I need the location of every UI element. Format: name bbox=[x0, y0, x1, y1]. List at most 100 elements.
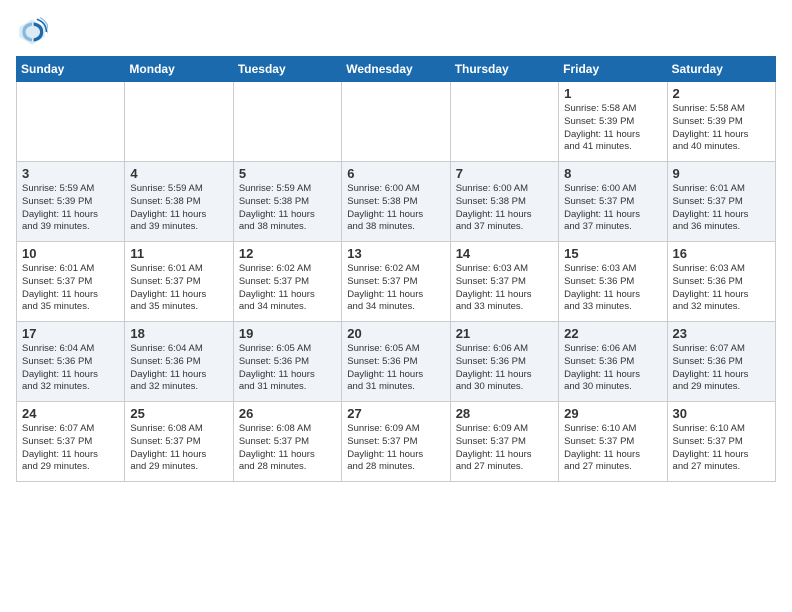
day-number: 25 bbox=[130, 406, 227, 421]
day-number: 16 bbox=[673, 246, 770, 261]
day-number: 19 bbox=[239, 326, 336, 341]
day-number: 17 bbox=[22, 326, 119, 341]
day-info: Sunrise: 5:59 AM Sunset: 5:39 PM Dayligh… bbox=[22, 183, 119, 234]
day-info: Sunrise: 5:58 AM Sunset: 5:39 PM Dayligh… bbox=[673, 103, 770, 154]
day-number: 14 bbox=[456, 246, 553, 261]
day-cell bbox=[125, 82, 233, 162]
day-info: Sunrise: 6:03 AM Sunset: 5:36 PM Dayligh… bbox=[673, 263, 770, 314]
header-thursday: Thursday bbox=[450, 57, 558, 82]
day-info: Sunrise: 6:09 AM Sunset: 5:37 PM Dayligh… bbox=[347, 423, 444, 474]
day-number: 4 bbox=[130, 166, 227, 181]
day-cell: 27 Sunrise: 6:09 AM Sunset: 5:37 PM Dayli… bbox=[342, 402, 450, 482]
day-cell: 2 Sunrise: 5:58 AM Sunset: 5:39 PM Daylig… bbox=[667, 82, 775, 162]
header-monday: Monday bbox=[125, 57, 233, 82]
day-number: 5 bbox=[239, 166, 336, 181]
day-cell: 1 Sunrise: 5:58 AM Sunset: 5:39 PM Daylig… bbox=[559, 82, 667, 162]
day-number: 2 bbox=[673, 86, 770, 101]
day-info: Sunrise: 6:05 AM Sunset: 5:36 PM Dayligh… bbox=[347, 343, 444, 394]
day-number: 7 bbox=[456, 166, 553, 181]
week-row-1: 1 Sunrise: 5:58 AM Sunset: 5:39 PM Daylig… bbox=[17, 82, 776, 162]
day-cell: 21Sunrise: 6:06 AM Sunset: 5:36 PM Dayli… bbox=[450, 322, 558, 402]
day-cell: 19 Sunrise: 6:05 AM Sunset: 5:36 PM Dayli… bbox=[233, 322, 341, 402]
day-info: Sunrise: 6:00 AM Sunset: 5:38 PM Dayligh… bbox=[347, 183, 444, 234]
page: Sunday Monday Tuesday Wednesday Thursday… bbox=[0, 0, 792, 498]
day-cell: 16 Sunrise: 6:03 AM Sunset: 5:36 PM Dayli… bbox=[667, 242, 775, 322]
day-info: Sunrise: 6:09 AM Sunset: 5:37 PM Dayligh… bbox=[456, 423, 553, 474]
day-info: Sunrise: 6:02 AM Sunset: 5:37 PM Dayligh… bbox=[347, 263, 444, 314]
day-cell: 4 Sunrise: 5:59 AM Sunset: 5:38 PM Daylig… bbox=[125, 162, 233, 242]
week-row-2: 3Sunrise: 5:59 AM Sunset: 5:39 PM Daylig… bbox=[17, 162, 776, 242]
header-wednesday: Wednesday bbox=[342, 57, 450, 82]
day-cell: 29 Sunrise: 6:10 AM Sunset: 5:37 PM Dayli… bbox=[559, 402, 667, 482]
day-number: 6 bbox=[347, 166, 444, 181]
day-number: 22 bbox=[564, 326, 661, 341]
day-info: Sunrise: 6:00 AM Sunset: 5:38 PM Dayligh… bbox=[456, 183, 553, 234]
day-info: Sunrise: 6:03 AM Sunset: 5:37 PM Dayligh… bbox=[456, 263, 553, 314]
day-info: Sunrise: 6:02 AM Sunset: 5:37 PM Dayligh… bbox=[239, 263, 336, 314]
day-cell: 30Sunrise: 6:10 AM Sunset: 5:37 PM Dayli… bbox=[667, 402, 775, 482]
day-number: 26 bbox=[239, 406, 336, 421]
weekday-header-row: Sunday Monday Tuesday Wednesday Thursday… bbox=[17, 57, 776, 82]
day-number: 15 bbox=[564, 246, 661, 261]
day-info: Sunrise: 6:06 AM Sunset: 5:36 PM Dayligh… bbox=[456, 343, 553, 394]
day-info: Sunrise: 6:08 AM Sunset: 5:37 PM Dayligh… bbox=[239, 423, 336, 474]
day-info: Sunrise: 5:59 AM Sunset: 5:38 PM Dayligh… bbox=[130, 183, 227, 234]
day-info: Sunrise: 6:07 AM Sunset: 5:37 PM Dayligh… bbox=[22, 423, 119, 474]
day-cell: 15 Sunrise: 6:03 AM Sunset: 5:36 PM Dayli… bbox=[559, 242, 667, 322]
day-info: Sunrise: 6:07 AM Sunset: 5:36 PM Dayligh… bbox=[673, 343, 770, 394]
day-cell: 22 Sunrise: 6:06 AM Sunset: 5:36 PM Dayli… bbox=[559, 322, 667, 402]
day-info: Sunrise: 6:05 AM Sunset: 5:36 PM Dayligh… bbox=[239, 343, 336, 394]
day-cell bbox=[342, 82, 450, 162]
day-cell bbox=[450, 82, 558, 162]
day-info: Sunrise: 6:00 AM Sunset: 5:37 PM Dayligh… bbox=[564, 183, 661, 234]
week-row-4: 17 Sunrise: 6:04 AM Sunset: 5:36 PM Dayli… bbox=[17, 322, 776, 402]
header-tuesday: Tuesday bbox=[233, 57, 341, 82]
header bbox=[16, 16, 776, 48]
day-cell: 7 Sunrise: 6:00 AM Sunset: 5:38 PM Daylig… bbox=[450, 162, 558, 242]
day-cell bbox=[233, 82, 341, 162]
day-cell: 10 Sunrise: 6:01 AM Sunset: 5:37 PM Dayli… bbox=[17, 242, 125, 322]
day-number: 20 bbox=[347, 326, 444, 341]
day-number: 18 bbox=[130, 326, 227, 341]
logo-icon bbox=[16, 16, 48, 48]
day-cell: 6 Sunrise: 6:00 AM Sunset: 5:38 PM Daylig… bbox=[342, 162, 450, 242]
day-number: 9 bbox=[673, 166, 770, 181]
day-cell: 24 Sunrise: 6:07 AM Sunset: 5:37 PM Dayli… bbox=[17, 402, 125, 482]
day-number: 27 bbox=[347, 406, 444, 421]
day-cell: 3Sunrise: 5:59 AM Sunset: 5:39 PM Daylig… bbox=[17, 162, 125, 242]
day-info: Sunrise: 6:04 AM Sunset: 5:36 PM Dayligh… bbox=[22, 343, 119, 394]
day-cell: 9 Sunrise: 6:01 AM Sunset: 5:37 PM Daylig… bbox=[667, 162, 775, 242]
day-number: 13 bbox=[347, 246, 444, 261]
header-sunday: Sunday bbox=[17, 57, 125, 82]
day-cell: 12 Sunrise: 6:02 AM Sunset: 5:37 PM Dayli… bbox=[233, 242, 341, 322]
day-number: 12 bbox=[239, 246, 336, 261]
day-cell: 13 Sunrise: 6:02 AM Sunset: 5:37 PM Dayli… bbox=[342, 242, 450, 322]
day-number: 23 bbox=[673, 326, 770, 341]
day-number: 11 bbox=[130, 246, 227, 261]
day-info: Sunrise: 6:01 AM Sunset: 5:37 PM Dayligh… bbox=[673, 183, 770, 234]
day-number: 28 bbox=[456, 406, 553, 421]
day-info: Sunrise: 6:10 AM Sunset: 5:37 PM Dayligh… bbox=[564, 423, 661, 474]
day-cell: 25Sunrise: 6:08 AM Sunset: 5:37 PM Dayli… bbox=[125, 402, 233, 482]
calendar-table: Sunday Monday Tuesday Wednesday Thursday… bbox=[16, 56, 776, 482]
day-info: Sunrise: 6:06 AM Sunset: 5:36 PM Dayligh… bbox=[564, 343, 661, 394]
day-number: 29 bbox=[564, 406, 661, 421]
header-friday: Friday bbox=[559, 57, 667, 82]
day-info: Sunrise: 6:01 AM Sunset: 5:37 PM Dayligh… bbox=[22, 263, 119, 314]
day-cell: 26 Sunrise: 6:08 AM Sunset: 5:37 PM Dayli… bbox=[233, 402, 341, 482]
day-info: Sunrise: 6:01 AM Sunset: 5:37 PM Dayligh… bbox=[130, 263, 227, 314]
day-info: Sunrise: 6:10 AM Sunset: 5:37 PM Dayligh… bbox=[673, 423, 770, 474]
day-info: Sunrise: 5:59 AM Sunset: 5:38 PM Dayligh… bbox=[239, 183, 336, 234]
day-cell: 5 Sunrise: 5:59 AM Sunset: 5:38 PM Daylig… bbox=[233, 162, 341, 242]
day-cell: 17 Sunrise: 6:04 AM Sunset: 5:36 PM Dayli… bbox=[17, 322, 125, 402]
day-cell: 20 Sunrise: 6:05 AM Sunset: 5:36 PM Dayli… bbox=[342, 322, 450, 402]
day-info: Sunrise: 5:58 AM Sunset: 5:39 PM Dayligh… bbox=[564, 103, 661, 154]
day-number: 10 bbox=[22, 246, 119, 261]
logo bbox=[16, 16, 52, 48]
header-saturday: Saturday bbox=[667, 57, 775, 82]
day-info: Sunrise: 6:03 AM Sunset: 5:36 PM Dayligh… bbox=[564, 263, 661, 314]
day-number: 1 bbox=[564, 86, 661, 101]
day-cell: 14 Sunrise: 6:03 AM Sunset: 5:37 PM Dayli… bbox=[450, 242, 558, 322]
day-number: 24 bbox=[22, 406, 119, 421]
day-cell: 28 Sunrise: 6:09 AM Sunset: 5:37 PM Dayli… bbox=[450, 402, 558, 482]
